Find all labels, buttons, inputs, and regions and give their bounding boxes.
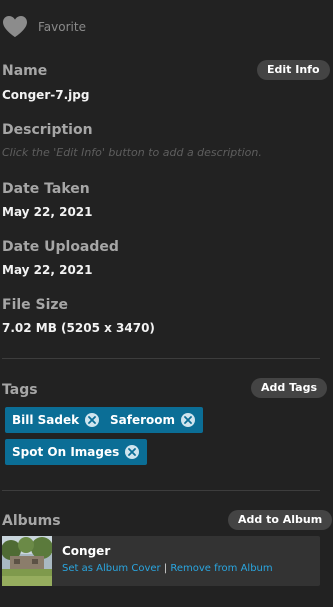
file-name-value: Conger-7.jpg	[2, 88, 90, 102]
set-album-cover-link[interactable]: Set as Album Cover	[62, 563, 161, 574]
album-thumbnail[interactable]	[2, 536, 52, 586]
file-size-value: 7.02 MB (5205 x 3470)	[2, 321, 155, 335]
add-to-album-button[interactable]: Add to Album	[228, 510, 333, 530]
photo-info-panel: Favorite Name Edit Info Conger-7.jpg Des…	[0, 0, 333, 607]
album-item: Conger Set as Album Cover | Remove from …	[2, 536, 320, 586]
album-actions: Set as Album Cover | Remove from Album	[62, 563, 273, 574]
tag-chip[interactable]: Bill Sadek	[5, 407, 108, 433]
date-uploaded-label: Date Uploaded	[2, 239, 119, 255]
description-placeholder: Click the 'Edit Info' button to add a de…	[2, 146, 262, 159]
tag-label: Saferoom	[110, 413, 176, 427]
favorite-toggle[interactable]: Favorite	[2, 14, 86, 40]
tag-label: Spot On Images	[12, 445, 120, 459]
name-label: Name	[2, 63, 48, 79]
description-label: Description	[2, 122, 93, 138]
albums-label: Albums	[2, 513, 61, 529]
remove-from-album-link[interactable]: Remove from Album	[170, 563, 272, 574]
edit-info-button[interactable]: Edit Info	[257, 60, 330, 80]
close-circle-icon[interactable]	[125, 445, 140, 459]
date-taken-label: Date Taken	[2, 181, 90, 197]
divider	[2, 358, 320, 359]
heart-icon[interactable]	[2, 15, 28, 39]
close-circle-icon[interactable]	[181, 413, 196, 427]
tags-label: Tags	[2, 382, 38, 398]
add-tags-button[interactable]: Add Tags	[251, 378, 328, 398]
date-taken-value: May 22, 2021	[2, 205, 93, 219]
divider	[2, 490, 320, 491]
date-uploaded-value: May 22, 2021	[2, 263, 93, 277]
close-circle-icon[interactable]	[85, 413, 100, 427]
link-separator: |	[163, 563, 168, 574]
file-size-label: File Size	[2, 297, 69, 313]
album-name: Conger	[62, 544, 111, 558]
tag-chip[interactable]: Saferoom	[103, 407, 204, 433]
tag-label: Bill Sadek	[12, 413, 80, 427]
favorite-label: Favorite	[38, 20, 86, 34]
tag-chip[interactable]: Spot On Images	[5, 439, 148, 465]
